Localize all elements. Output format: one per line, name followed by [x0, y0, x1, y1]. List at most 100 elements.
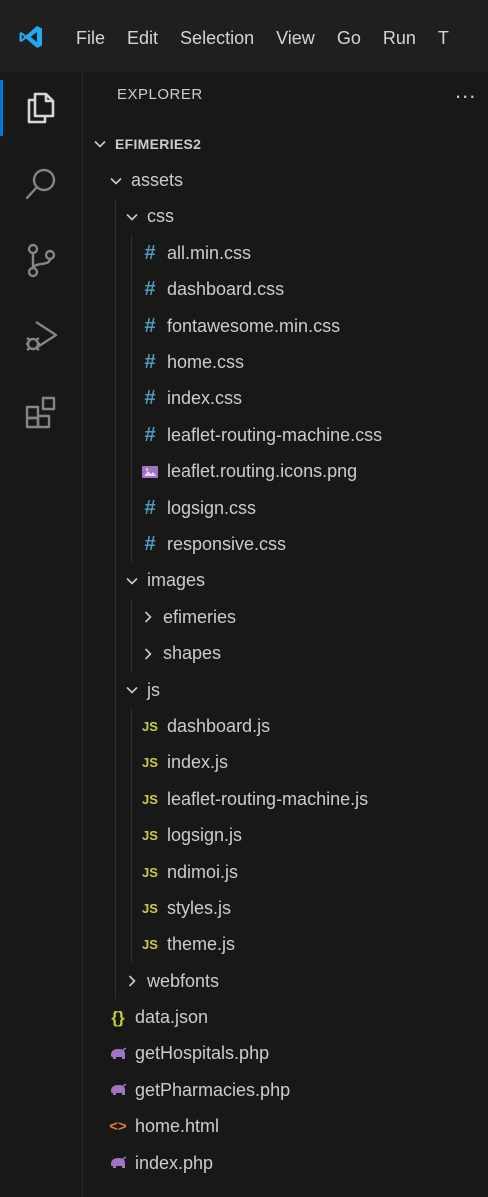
folder-item[interactable]: shapes: [83, 635, 488, 672]
tree-item-label: logsign.css: [167, 497, 257, 518]
css-file-icon: #: [144, 278, 156, 301]
indent-guide: [131, 635, 132, 672]
chevron-right-icon[interactable]: [139, 647, 157, 661]
file-item[interactable]: # leaflet-routing-machine.css: [83, 417, 488, 454]
run-debug-activity-button[interactable]: [0, 304, 82, 368]
file-item[interactable]: # index.css: [83, 380, 488, 418]
tree-item-label: index.js: [167, 752, 229, 773]
file-item[interactable]: {} data.json: [83, 999, 488, 1035]
tree-item-label: index.css: [167, 388, 243, 409]
tree-item-label: fontawesome.min.css: [167, 315, 341, 336]
js-file-icon: JS: [142, 864, 158, 880]
menu-file[interactable]: File: [76, 26, 105, 50]
chevron-down-icon[interactable]: [123, 574, 141, 588]
file-item[interactable]: JS logsign.js: [83, 817, 488, 854]
activity-bar: [0, 72, 83, 1197]
indent-guide: [131, 853, 132, 891]
search-activity-button[interactable]: [0, 152, 82, 216]
file-item[interactable]: JS ndimoi.js: [83, 853, 488, 891]
file-item[interactable]: # all.min.css: [83, 235, 488, 272]
folder-item[interactable]: webfonts: [83, 962, 488, 1000]
chevron-down-icon[interactable]: [123, 683, 141, 697]
file-item[interactable]: JS theme.js: [83, 926, 488, 963]
css-file-icon: #: [144, 241, 156, 264]
file-item[interactable]: getHospitals.php: [83, 1036, 488, 1072]
indent-guide: [131, 271, 132, 308]
tree-item-label: styles.js: [167, 897, 232, 918]
indent-guide: [115, 926, 116, 963]
file-tree: EFIMERIES2 assets css # all.min.css # dashboar…: [83, 126, 488, 1181]
menu-run[interactable]: Run: [383, 26, 416, 50]
source-control-activity-button[interactable]: [0, 228, 82, 292]
css-file-icon: #: [144, 387, 156, 410]
file-item[interactable]: JS dashboard.js: [83, 708, 488, 745]
folder-item[interactable]: assets: [83, 162, 488, 198]
file-item[interactable]: # responsive.css: [83, 526, 488, 563]
extensions-activity-button[interactable]: [0, 380, 82, 444]
indent-guide: [115, 744, 116, 782]
tree-item-label: logsign.js: [167, 825, 243, 846]
indent-guide: [115, 890, 116, 927]
indent-guide: [131, 744, 132, 782]
folder-item[interactable]: js: [83, 671, 488, 709]
json-file-icon: {}: [111, 1007, 125, 1027]
file-item[interactable]: <> home.html: [83, 1109, 488, 1145]
file-item[interactable]: JS index.js: [83, 744, 488, 782]
indent-guide: [115, 271, 116, 308]
indent-guide: [115, 817, 116, 854]
indent-guide: [115, 198, 116, 236]
tree-item-label: efimeries: [163, 606, 237, 627]
css-file-icon: #: [144, 314, 156, 337]
menu-view[interactable]: View: [276, 26, 315, 50]
folder-item[interactable]: EFIMERIES2: [83, 126, 488, 162]
tree-item-label: home.html: [135, 1116, 220, 1137]
indent-guide: [115, 344, 116, 381]
indent-guide: [115, 708, 116, 745]
chevron-down-icon[interactable]: [123, 210, 141, 224]
run-debug-icon: [26, 320, 58, 351]
more-actions-button[interactable]: ...: [455, 78, 476, 104]
tree-item-label: theme.js: [167, 934, 236, 955]
file-item[interactable]: getPharmacies.php: [83, 1072, 488, 1108]
folder-item[interactable]: efimeries: [83, 599, 488, 636]
tree-item-label: images: [147, 570, 206, 591]
tree-item-label: ndimoi.js: [167, 861, 239, 882]
file-item[interactable]: index.php: [83, 1145, 488, 1181]
explorer-sidebar: EXPLORER ... EFIMERIES2 assets css # all.min…: [83, 72, 488, 1197]
file-item[interactable]: JS leaflet-routing-machine.js: [83, 781, 488, 818]
indent-guide: [115, 307, 116, 345]
explorer-activity-button[interactable]: [0, 76, 82, 140]
file-item[interactable]: # dashboard.css: [83, 271, 488, 308]
indent-guide: [115, 635, 116, 672]
chevron-down-icon[interactable]: [91, 137, 109, 151]
folder-item[interactable]: images: [83, 562, 488, 600]
file-item[interactable]: # home.css: [83, 344, 488, 381]
tree-item-label: assets: [131, 170, 184, 191]
indent-guide: [115, 962, 116, 1000]
indent-guide: [131, 344, 132, 381]
menu-terminal[interactable]: T: [438, 26, 449, 50]
source-control-icon: [27, 243, 56, 278]
menu-selection[interactable]: Selection: [180, 26, 254, 50]
indent-guide: [131, 307, 132, 345]
indent-guide: [131, 417, 132, 454]
chevron-right-icon[interactable]: [123, 974, 141, 988]
css-file-icon: #: [144, 423, 156, 446]
vscode-logo-icon: [19, 26, 42, 48]
js-file-icon: JS: [142, 900, 158, 916]
tree-item-label: home.css: [167, 352, 245, 373]
file-item[interactable]: leaflet.routing.icons.png: [83, 453, 488, 490]
tree-item-label: responsive.css: [167, 533, 287, 554]
folder-item[interactable]: css: [83, 198, 488, 236]
menu-go[interactable]: Go: [337, 26, 361, 50]
tree-item-label: getPharmacies.php: [135, 1079, 291, 1100]
indent-guide: [131, 489, 132, 527]
file-item[interactable]: # fontawesome.min.css: [83, 307, 488, 345]
chevron-right-icon[interactable]: [139, 610, 157, 624]
explorer-title: EXPLORER: [117, 86, 203, 103]
menu-edit[interactable]: Edit: [127, 26, 158, 50]
chevron-down-icon[interactable]: [107, 174, 125, 188]
file-item[interactable]: # logsign.css: [83, 489, 488, 527]
php-file-icon: [107, 1047, 129, 1061]
file-item[interactable]: JS styles.js: [83, 890, 488, 927]
